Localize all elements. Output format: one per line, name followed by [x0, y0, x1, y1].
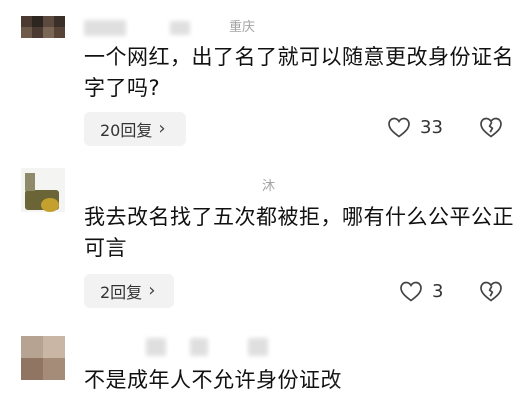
comment-meta: [84, 338, 304, 358]
avatar[interactable]: [21, 336, 65, 380]
username-blurred: [248, 338, 268, 356]
reply-button[interactable]: 20回复 ›: [84, 112, 186, 146]
comment-location: 重庆: [229, 20, 256, 35]
username-blurred[interactable]: [146, 338, 166, 356]
like-button[interactable]: 3: [399, 280, 443, 302]
comment-meta: 重庆: [84, 18, 284, 38]
comment-item: 不是成年人不允许身份证改: [0, 320, 529, 400]
avatar[interactable]: [21, 168, 65, 212]
username-blurred: [190, 338, 208, 356]
dislike-icon[interactable]: [479, 116, 503, 138]
heart-icon: [400, 281, 422, 302]
dislike-icon[interactable]: [479, 280, 503, 302]
reply-count-label: 2回复: [100, 283, 143, 302]
comment-text: 不是成年人不允许身份证改: [84, 368, 342, 392]
comment-list: 重庆 一个网红，出了名了就可以随意更改身份证名字了吗? 20回复 › 33 沐: [0, 0, 529, 400]
comment-location: 沐: [262, 179, 276, 194]
avatar[interactable]: [21, 16, 65, 60]
comment-meta: 沐: [84, 177, 304, 197]
username-blurred[interactable]: [84, 20, 126, 36]
reply-button[interactable]: 2回复 ›: [84, 274, 174, 308]
reply-count-label: 20回复: [100, 121, 153, 140]
comment-text: 我去改名找了五次都被拒，哪有什么公平公正可言: [84, 205, 514, 260]
like-count: 3: [432, 280, 444, 302]
comment-item: 沐 我去改名找了五次都被拒，哪有什么公平公正可言 2回复 › 3: [0, 160, 529, 320]
chevron-right-icon: ›: [148, 280, 156, 301]
chevron-right-icon: ›: [158, 118, 166, 139]
heart-icon: [388, 117, 410, 138]
comment-item: 重庆 一个网红，出了名了就可以随意更改身份证名字了吗? 20回复 › 33: [0, 0, 529, 160]
comment-text: 一个网红，出了名了就可以随意更改身份证名字了吗?: [84, 45, 514, 100]
username-blurred: [170, 21, 190, 35]
like-count: 33: [420, 116, 443, 138]
like-button[interactable]: 33: [387, 116, 443, 138]
